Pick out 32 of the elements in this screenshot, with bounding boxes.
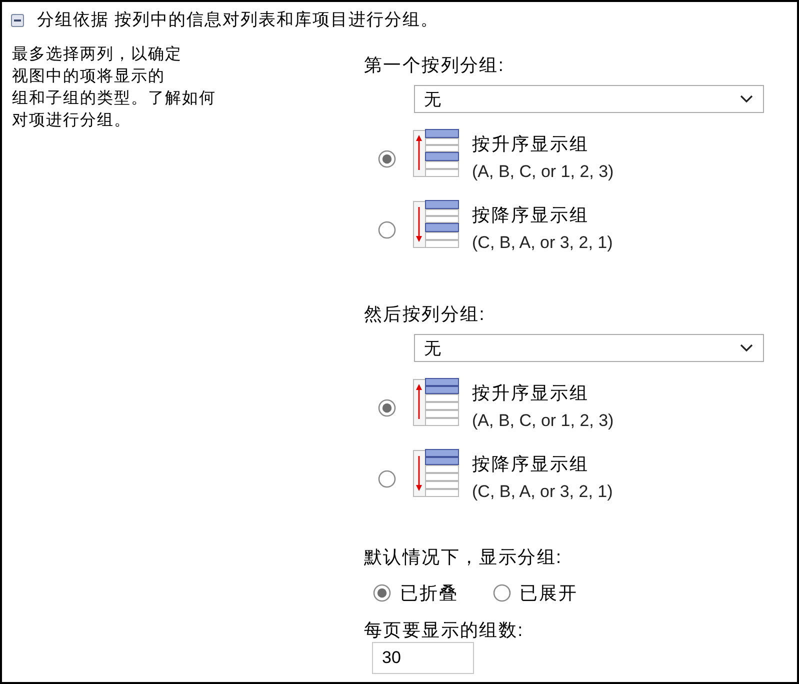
chevron-down-icon (740, 95, 753, 103)
chevron-down-icon (740, 344, 753, 352)
option-label: 按升序显示组 (472, 133, 589, 156)
radio-button[interactable] (378, 470, 396, 488)
table-down-arrow-icon (413, 449, 459, 497)
radio-label: 已展开 (520, 582, 578, 604)
description-text: 最多选择两列，以确定 视图中的项将显示的 组和子组的类型。了解如何 对项进行分组。 (12, 44, 216, 131)
section-title: 分组依据 按列中的信息对列表和库项目进行分组。 (37, 9, 439, 31)
radio-button[interactable] (378, 150, 396, 168)
option-hint: (C, B, A, or 3, 2, 1) (472, 232, 613, 254)
option-hint: (C, B, A, or 3, 2, 1) (472, 481, 613, 503)
field-label: 然后按列分组: (364, 303, 486, 325)
option-hint: (A, B, C, or 1, 2, 3) (472, 161, 614, 183)
collapse-icon[interactable] (11, 14, 24, 26)
radio-button[interactable] (492, 584, 510, 602)
table-up-arrow-icon (413, 129, 459, 177)
radio-button[interactable] (373, 584, 391, 602)
table-down-arrow-icon (413, 200, 459, 248)
option-label: 按升序显示组 (472, 382, 589, 405)
option-hint: (A, B, C, or 1, 2, 3) (472, 410, 614, 432)
radio-button[interactable] (378, 221, 396, 239)
column-dropdown[interactable]: 无 (414, 334, 764, 362)
option-label: 按降序显示组 (472, 204, 589, 227)
field-label: 每页要显示的组数: (364, 619, 524, 641)
radio-label: 已折叠 (400, 582, 458, 604)
radio-button[interactable] (378, 399, 396, 417)
column-dropdown[interactable]: 无 (414, 85, 764, 113)
input-field[interactable]: 30 (372, 642, 474, 674)
field-label: 第一个按列分组: (364, 54, 505, 76)
option-label: 按降序显示组 (472, 453, 589, 476)
table-up-arrow-icon (413, 378, 459, 426)
field-label: 默认情况下，显示分组: (364, 546, 562, 568)
